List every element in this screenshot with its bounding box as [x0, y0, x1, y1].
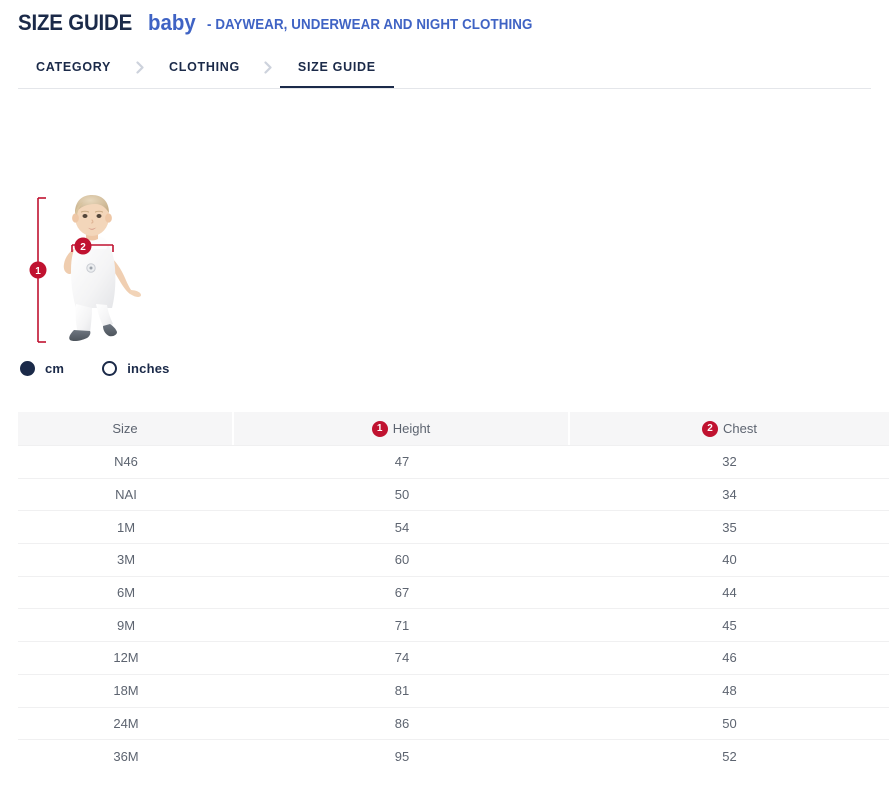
cell-height: 74 — [234, 642, 570, 674]
column-header-size: Size — [18, 412, 234, 445]
svg-text:2: 2 — [80, 242, 86, 253]
page-title-category: baby — [148, 10, 196, 36]
cell-size: 9M — [18, 609, 234, 641]
cell-size: 6M — [18, 577, 234, 609]
header-divider — [18, 88, 871, 89]
table-row: 18M 81 48 — [18, 674, 889, 707]
column-header-chest-label: Chest — [723, 412, 757, 445]
radio-inches-icon[interactable] — [102, 361, 117, 376]
chevron-right-icon — [129, 61, 151, 74]
chest-marker-badge: 2 — [75, 238, 92, 255]
unit-selector: cm inches — [20, 357, 170, 379]
cell-chest: 40 — [570, 544, 889, 576]
breadcrumb-item-size-guide[interactable]: SIZE GUIDE — [280, 50, 394, 84]
table-header-row: Size 1 Height 2 Chest — [18, 412, 889, 445]
cell-height: 71 — [234, 609, 570, 641]
table-row: 9M 71 45 — [18, 608, 889, 641]
cell-height: 54 — [234, 511, 570, 543]
baby-photo — [64, 195, 141, 341]
svg-text:1: 1 — [35, 266, 41, 277]
table-row: 1M 54 35 — [18, 510, 889, 543]
cell-height: 60 — [234, 544, 570, 576]
chest-badge-icon: 2 — [702, 421, 718, 437]
page-title-main: SIZE GUIDE — [18, 10, 132, 36]
table-row: N46 47 32 — [18, 445, 889, 478]
measurement-figure: 1 2 — [18, 190, 198, 350]
unit-option-inches-label: inches — [127, 361, 169, 376]
cell-size: N46 — [18, 446, 234, 478]
unit-option-inches[interactable]: inches — [102, 361, 169, 376]
cell-chest: 45 — [570, 609, 889, 641]
cell-size: 12M — [18, 642, 234, 674]
cell-size: 24M — [18, 708, 234, 740]
radio-cm-icon[interactable] — [20, 361, 35, 376]
chevron-right-icon — [258, 61, 280, 74]
breadcrumb-item-clothing[interactable]: CLOTHING — [151, 50, 258, 84]
table-row: 3M 60 40 — [18, 543, 889, 576]
breadcrumb: CATEGORY CLOTHING SIZE GUIDE — [18, 50, 394, 84]
cell-chest: 34 — [570, 479, 889, 511]
size-table: Size 1 Height 2 Chest N46 47 32 NAI 50 3… — [18, 412, 889, 772]
cell-chest: 44 — [570, 577, 889, 609]
cell-chest: 46 — [570, 642, 889, 674]
cell-size: 36M — [18, 740, 234, 772]
table-row: 24M 86 50 — [18, 707, 889, 740]
column-header-chest: 2 Chest — [570, 412, 889, 445]
cell-chest: 48 — [570, 675, 889, 707]
table-row: 36M 95 52 — [18, 739, 889, 772]
table-row: NAI 50 34 — [18, 478, 889, 511]
unit-option-cm-label: cm — [45, 361, 64, 376]
cell-chest: 52 — [570, 740, 889, 772]
cell-size: NAI — [18, 479, 234, 511]
table-row: 12M 74 46 — [18, 641, 889, 674]
height-marker-badge: 1 — [30, 262, 47, 279]
cell-size: 3M — [18, 544, 234, 576]
height-badge-icon: 1 — [372, 421, 388, 437]
page-title: SIZE GUIDE baby - DAYWEAR, UNDERWEAR AND… — [18, 10, 561, 36]
cell-height: 81 — [234, 675, 570, 707]
breadcrumb-item-category[interactable]: CATEGORY — [18, 50, 129, 84]
cell-size: 1M — [18, 511, 234, 543]
cell-chest: 32 — [570, 446, 889, 478]
column-header-height: 1 Height — [234, 412, 570, 445]
page-title-tagline: - DAYWEAR, UNDERWEAR AND NIGHT CLOTHING — [207, 17, 532, 33]
unit-option-cm[interactable]: cm — [20, 361, 64, 376]
table-row: 6M 67 44 — [18, 576, 889, 609]
column-header-size-label: Size — [112, 412, 137, 445]
cell-size: 18M — [18, 675, 234, 707]
cell-chest: 50 — [570, 708, 889, 740]
cell-height: 47 — [234, 446, 570, 478]
cell-height: 95 — [234, 740, 570, 772]
cell-chest: 35 — [570, 511, 889, 543]
column-header-height-label: Height — [393, 412, 431, 445]
cell-height: 67 — [234, 577, 570, 609]
cell-height: 86 — [234, 708, 570, 740]
size-guide-page: SIZE GUIDE baby - DAYWEAR, UNDERWEAR AND… — [0, 0, 889, 791]
cell-height: 50 — [234, 479, 570, 511]
